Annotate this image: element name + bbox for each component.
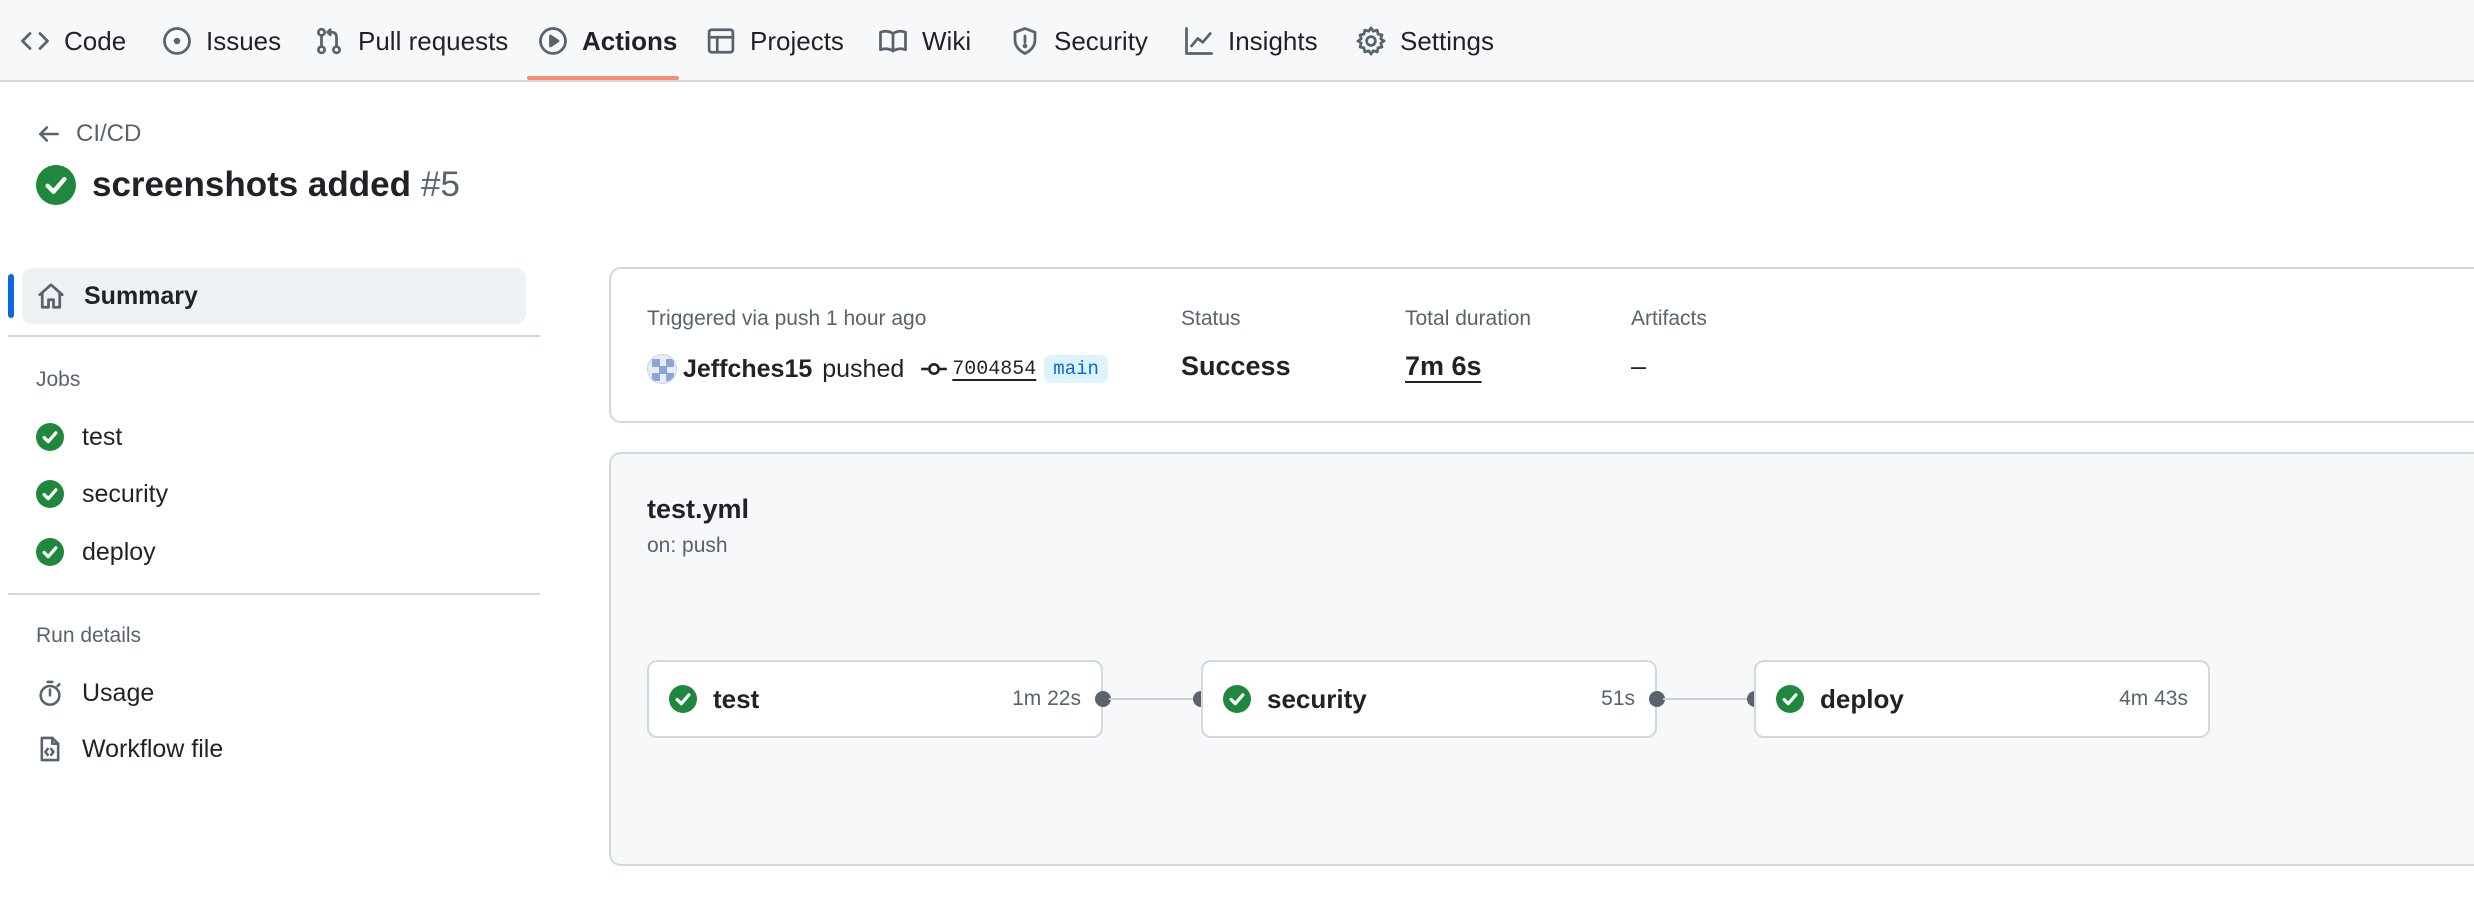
tab-label: Actions xyxy=(582,25,678,56)
job-duration: 4m 43s xyxy=(2119,687,2188,710)
job-connector-line xyxy=(1663,698,1747,700)
check-circle-fill-icon xyxy=(669,685,697,713)
commit-sha-link[interactable]: 7004854 xyxy=(952,358,1036,381)
issue-opened-icon xyxy=(163,27,191,55)
active-tab-underline xyxy=(527,76,679,80)
job-card-test[interactable]: test 1m 22s xyxy=(647,660,1103,738)
job-name: security xyxy=(1267,683,1367,714)
tab-code[interactable]: Code xyxy=(20,0,126,82)
tab-pull-requests[interactable]: Pull requests xyxy=(314,0,508,82)
run-title: screenshots added #5 xyxy=(36,162,460,208)
actor-link[interactable]: Jeffches15 xyxy=(683,355,812,384)
sidebar-item-usage[interactable]: Usage xyxy=(36,673,154,713)
tab-label: Wiki xyxy=(922,25,972,56)
tab-projects[interactable]: Projects xyxy=(706,0,844,82)
sidebar-item-label: deploy xyxy=(82,537,156,566)
tab-label: Issues xyxy=(206,25,282,56)
check-circle-fill-icon xyxy=(1223,685,1251,713)
run-details-heading: Run details xyxy=(36,624,142,647)
shield-icon xyxy=(1013,27,1037,55)
avatar[interactable] xyxy=(647,354,677,384)
graph-icon xyxy=(1185,27,1213,55)
tab-label: Pull requests xyxy=(358,25,509,56)
job-card-deploy[interactable]: deploy 4m 43s xyxy=(1754,660,2210,738)
tab-settings[interactable]: Settings xyxy=(1356,0,1494,82)
sidebar-item-summary[interactable]: Summary xyxy=(8,268,526,324)
sidebar-item-label: security xyxy=(82,479,169,508)
tab-issues[interactable]: Issues xyxy=(162,0,281,82)
home-icon xyxy=(38,283,64,309)
job-connector-line xyxy=(1109,698,1193,700)
arrow-left-icon xyxy=(39,126,59,142)
workflow-file-name: test.yml xyxy=(647,494,750,524)
job-name: test xyxy=(713,683,760,714)
status-value: Success xyxy=(1181,351,1291,381)
back-link-label: CI/CD xyxy=(76,120,142,147)
branch-badge[interactable]: main xyxy=(1044,355,1108,383)
workflow-graph: test.yml on: push test 1m 22s security 5… xyxy=(609,452,2474,866)
tab-actions[interactable]: Actions xyxy=(538,0,677,82)
sidebar-item-label: test xyxy=(82,422,123,451)
artifacts-value: – xyxy=(1631,351,1647,381)
play-icon xyxy=(539,27,567,55)
repo-nav: Code Issues Pull requests Actions Projec… xyxy=(0,0,2474,82)
code-icon xyxy=(21,32,49,50)
sidebar-divider xyxy=(8,335,540,337)
tab-label: Insights xyxy=(1228,25,1318,56)
sidebar-job-test[interactable]: test xyxy=(36,417,122,457)
duration-link[interactable]: 7m 6s xyxy=(1405,351,1482,382)
table-icon xyxy=(707,28,735,54)
check-circle-fill-icon xyxy=(36,538,64,566)
check-circle-fill-icon xyxy=(36,480,64,508)
push-action-text: pushed xyxy=(822,354,905,383)
workflow-trigger: on: push xyxy=(647,534,728,557)
status-label: Status xyxy=(1181,307,1241,330)
jobs-heading: Jobs xyxy=(36,368,81,391)
tab-security[interactable]: Security xyxy=(1010,0,1148,82)
push-info: Jeffches15 pushed 7004854 main xyxy=(647,349,1108,389)
artifacts-label: Artifacts xyxy=(1631,307,1707,330)
tab-label: Settings xyxy=(1400,25,1494,56)
check-circle-fill-icon xyxy=(36,423,64,451)
run-number: #5 xyxy=(421,165,460,204)
sidebar-divider xyxy=(8,593,540,595)
run-summary-card: Triggered via push 1 hour ago Jeffches15… xyxy=(609,267,2474,423)
sidebar-job-deploy[interactable]: deploy xyxy=(36,532,156,572)
sidebar-item-workflow-file[interactable]: Workflow file xyxy=(36,729,223,769)
book-icon xyxy=(879,29,907,53)
page-title: screenshots added xyxy=(92,165,411,204)
check-circle-fill-icon xyxy=(1776,685,1804,713)
gear-icon xyxy=(1356,26,1386,56)
duration-label: Total duration xyxy=(1405,307,1532,330)
file-code-icon xyxy=(40,736,60,762)
tab-label: Security xyxy=(1054,25,1148,56)
trigger-label: Triggered via push 1 hour ago xyxy=(647,307,927,330)
check-circle-fill-icon xyxy=(36,165,76,205)
tab-insights[interactable]: Insights xyxy=(1184,0,1318,82)
sidebar-item-label: Usage xyxy=(82,678,155,707)
tab-label: Code xyxy=(64,25,127,56)
tab-wiki[interactable]: Wiki xyxy=(878,0,971,82)
job-card-security[interactable]: security 51s xyxy=(1201,660,1657,738)
active-indicator xyxy=(8,274,14,318)
git-pull-request-icon xyxy=(317,27,341,55)
job-name: deploy xyxy=(1820,683,1904,714)
back-link[interactable]: CI/CD xyxy=(36,116,141,152)
sidebar-item-label: Summary xyxy=(84,281,198,310)
sidebar-item-label: Workflow file xyxy=(82,734,224,763)
git-commit-icon xyxy=(921,363,948,375)
sidebar-job-security[interactable]: security xyxy=(36,474,168,514)
tab-label: Projects xyxy=(750,25,844,56)
job-duration: 51s xyxy=(1601,687,1635,710)
stopwatch-icon xyxy=(39,680,61,706)
job-duration: 1m 22s xyxy=(1012,687,1081,710)
